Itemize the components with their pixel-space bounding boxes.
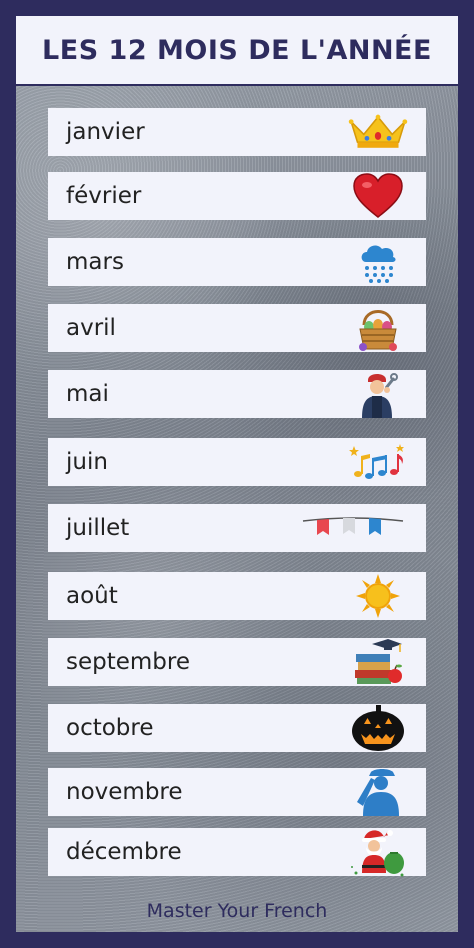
month-label: septembre — [66, 649, 191, 675]
month-label: juin — [66, 449, 108, 475]
month-label: août — [66, 583, 118, 609]
saluting-soldier-icon — [348, 769, 408, 816]
month-label: janvier — [66, 119, 145, 145]
music-notes-icon — [348, 439, 408, 485]
month-row-mars: mars — [48, 238, 426, 286]
month-row-juillet: juillet — [48, 504, 426, 552]
month-row-janvier: janvier — [48, 108, 426, 156]
title-banner: LES 12 MOIS DE L'ANNÉE — [16, 16, 458, 84]
month-label: avril — [66, 315, 116, 341]
heart-icon — [348, 173, 408, 219]
month-label: mars — [66, 249, 124, 275]
month-label: juillet — [66, 515, 130, 541]
month-label: novembre — [66, 779, 183, 805]
month-label: octobre — [66, 715, 154, 741]
month-row-septembre: septembre — [48, 638, 426, 686]
month-row-octobre: octobre — [48, 704, 426, 752]
month-row-avril: avril — [48, 304, 426, 352]
school-books-icon — [348, 639, 408, 685]
month-row-decembre: décembre — [48, 828, 426, 877]
easter-basket-icon — [348, 305, 408, 351]
month-label: février — [66, 183, 142, 209]
worker-icon — [348, 371, 408, 418]
poster-frame: LES 12 MOIS DE L'ANNÉE janvier février m… — [0, 0, 474, 948]
pumpkin-icon — [348, 705, 408, 751]
month-label: décembre — [66, 839, 182, 865]
sun-icon — [348, 573, 408, 619]
footer-brand: Master Your French — [146, 900, 328, 922]
page-title: LES 12 MOIS DE L'ANNÉE — [42, 34, 432, 66]
month-row-mai: mai — [48, 370, 426, 418]
crown-icon — [348, 109, 408, 155]
bunting-flags-icon — [298, 505, 408, 551]
month-label: mai — [66, 381, 109, 407]
month-row-fevrier: février — [48, 172, 426, 220]
month-row-aout: août — [48, 572, 426, 620]
month-row-novembre: novembre — [48, 768, 426, 816]
rain-cloud-icon — [348, 239, 408, 285]
month-row-juin: juin — [48, 438, 426, 486]
santa-icon — [348, 829, 408, 877]
